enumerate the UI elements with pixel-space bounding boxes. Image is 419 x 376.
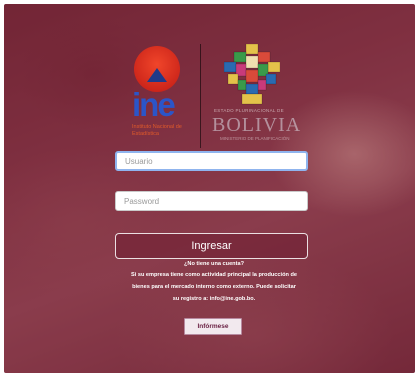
info-text-line-2: bienes para el mercado interno como exte… <box>132 284 296 290</box>
bolivia-logo-subtext: MINISTERIO DE PLANIFICACIÓN <box>220 136 290 141</box>
password-input[interactable] <box>115 191 308 211</box>
ine-logo-subtitle: Instituto Nacional de Estadística <box>132 124 182 137</box>
ine-logo-wordmark: ine <box>132 86 176 123</box>
logo-divider <box>200 44 201 148</box>
ine-logo: ine Instituto Nacional de Estadística <box>128 44 190 148</box>
username-input[interactable] <box>115 151 308 171</box>
informese-button[interactable]: Infórmese <box>184 318 242 335</box>
bolivia-emblem-icon <box>224 44 280 105</box>
bolivia-logo-top-text: ESTADO PLURINACIONAL DE <box>214 108 284 113</box>
login-background: ine Instituto Nacional de Estadística ES… <box>4 4 415 373</box>
bolivia-logo: ESTADO PLURINACIONAL DE BOLIVIA MINISTER… <box>210 44 300 148</box>
info-text-line-1: Si su empresa tiene como actividad princ… <box>131 272 297 278</box>
login-button[interactable]: Ingresar <box>115 233 308 259</box>
bolivia-logo-wordmark: BOLIVIA <box>212 114 302 136</box>
info-text-line-3: su registro a: info@ine.gob.bo. <box>172 296 256 302</box>
ine-logo-mountain-icon <box>147 68 167 82</box>
